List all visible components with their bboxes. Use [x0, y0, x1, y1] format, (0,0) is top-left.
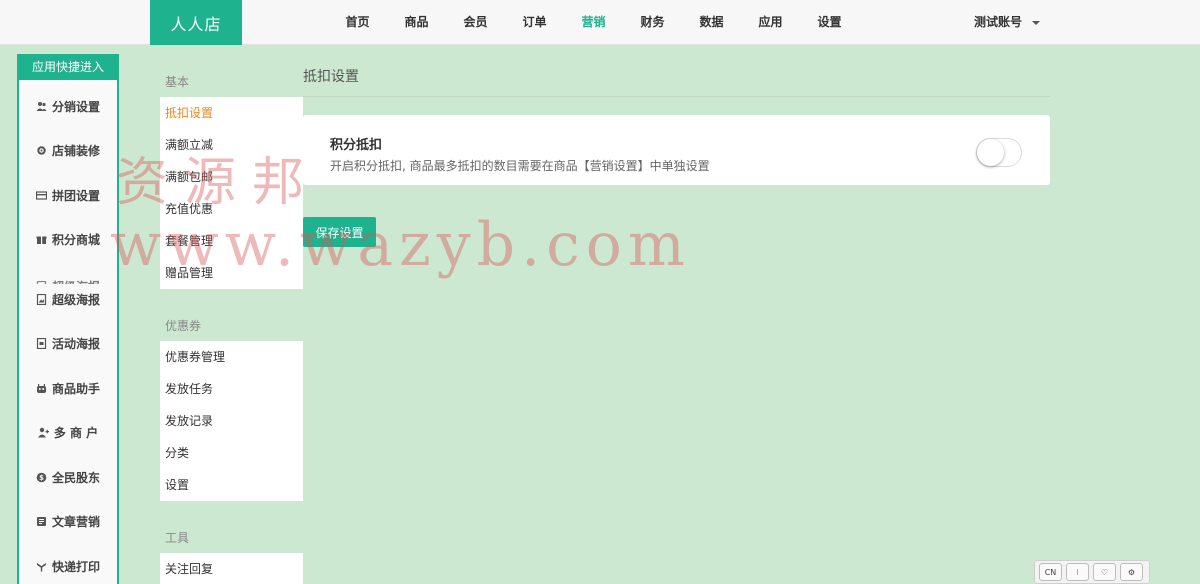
printer-icon: [36, 561, 47, 572]
nav-item-members[interactable]: 会员: [446, 0, 505, 45]
quick-item-clipped: 超级海报: [19, 272, 117, 284]
bottom-toolbar: CN ⁝ ♡ ⚙: [1034, 560, 1150, 584]
submenu-basic: 抵扣设置 满额立减 满额包邮 充值优惠 套餐管理 赠品管理: [160, 97, 303, 289]
quick-item-article-marketing[interactable]: 文章营销: [19, 511, 117, 531]
quick-item-distribution[interactable]: 分销设置: [19, 96, 117, 116]
submenu-item-follow-reply[interactable]: 关注回复: [160, 553, 303, 584]
submenu-item-category[interactable]: 分类: [160, 437, 303, 469]
quick-item-points-mall[interactable]: 积分商城: [19, 229, 117, 249]
submenu-group-title-tools: 工具: [165, 531, 190, 545]
submenu-group-title-coupon: 优惠券: [165, 319, 202, 333]
points-deduction-card: 积分抵扣 开启积分抵扣, 商品最多抵扣的数目需要在商品【营销设置】中单独设置: [303, 115, 1050, 185]
robot-icon: [36, 383, 47, 394]
title-divider: [303, 96, 1050, 97]
page-title: 抵扣设置: [303, 69, 359, 85]
doc-icon: [36, 516, 47, 527]
quick-item-label: 积分商城: [51, 232, 100, 247]
quick-access-panel: 应用快捷进入 分销设置 店铺装修 拼团设置 积分商城 超级海报 活动海报 商品助…: [17, 54, 119, 584]
account-menu[interactable]: 测试账号: [974, 0, 1041, 45]
account-name: 测试账号: [974, 15, 1023, 29]
submenu-coupon: 优惠券管理 发放任务 发放记录 分类 设置: [160, 341, 303, 501]
quick-item-label: 超级海报: [51, 292, 100, 307]
users-icon: [36, 101, 47, 112]
image-icon: [36, 293, 47, 305]
language-button[interactable]: CN: [1039, 563, 1062, 581]
quick-item-product-helper[interactable]: 商品助手: [19, 378, 117, 398]
submenu-item-coupon-manage[interactable]: 优惠券管理: [160, 341, 303, 373]
quick-item-event-poster[interactable]: 活动海报: [19, 333, 117, 353]
submenu-item-full-discount[interactable]: 满额立减: [160, 129, 303, 161]
svg-text:$: $: [39, 474, 44, 482]
nav-item-marketing[interactable]: 营销: [564, 0, 623, 45]
caret-down-icon: [1032, 21, 1041, 25]
submenu-item-deduction[interactable]: 抵扣设置: [160, 97, 303, 129]
quick-item-express-print[interactable]: 快递打印: [19, 556, 117, 576]
quick-item-shareholder[interactable]: $ 全民股东: [19, 467, 117, 487]
nav-item-settings[interactable]: 设置: [800, 0, 859, 45]
top-header: 人人店 首页 商品 会员 订单 营销 财务 数据 应用 设置 测试账号: [0, 0, 1200, 45]
submenu-tools: 关注回复: [160, 553, 303, 584]
quick-item-label: 分销设置: [51, 99, 100, 114]
nav-item-home[interactable]: 首页: [328, 0, 387, 45]
submenu-item-issue-record[interactable]: 发放记录: [160, 405, 303, 437]
save-button[interactable]: 保存设置: [303, 217, 376, 247]
quick-access-title: 应用快捷进入: [19, 54, 117, 80]
quick-item-label: 拼团设置: [51, 188, 100, 203]
quick-item-label: 全民股东: [51, 470, 100, 485]
quick-item-super-poster-clipped: 超级海报: [19, 276, 117, 284]
quick-item-label: 文章营销: [51, 514, 100, 529]
submenu-group-title-basic: 基本: [165, 75, 190, 89]
card-title: 积分抵扣: [330, 138, 383, 153]
card-description: 开启积分抵扣, 商品最多抵扣的数目需要在商品【营销设置】中单独设置: [330, 159, 710, 173]
gear-icon: [36, 145, 47, 156]
quick-item-multi-merchant[interactable]: 多 商 户: [19, 422, 117, 442]
nav-item-products[interactable]: 商品: [387, 0, 446, 45]
submenu-item-coupon-settings[interactable]: 设置: [160, 469, 303, 501]
submenu-item-issue-task[interactable]: 发放任务: [160, 373, 303, 405]
submenu-item-free-shipping[interactable]: 满额包邮: [160, 161, 303, 193]
submenu-item-gift[interactable]: 赠品管理: [160, 257, 303, 289]
nav-item-finance[interactable]: 财务: [623, 0, 682, 45]
quick-item-label: 超级海报: [52, 278, 100, 285]
image-icon: [36, 280, 47, 284]
brand-logo[interactable]: 人人店: [150, 0, 242, 45]
submenu-item-recharge[interactable]: 充值优惠: [160, 193, 303, 225]
nav-item-apps[interactable]: 应用: [741, 0, 800, 45]
submenu-item-package[interactable]: 套餐管理: [160, 225, 303, 257]
gift-icon: [36, 234, 47, 245]
quick-item-label: 店铺装修: [51, 143, 100, 158]
quick-item-label: 商品助手: [51, 381, 100, 396]
nav-item-data[interactable]: 数据: [682, 0, 741, 45]
main-nav: 首页 商品 会员 订单 营销 财务 数据 应用 设置: [328, 0, 859, 45]
nav-item-orders[interactable]: 订单: [505, 0, 564, 45]
user-plus-icon: [37, 427, 49, 438]
quick-item-decoration[interactable]: 店铺装修: [19, 140, 117, 160]
more-icon[interactable]: ⁝: [1066, 563, 1089, 581]
quick-item-label: 多 商 户: [53, 425, 99, 440]
coin-icon: $: [36, 472, 47, 483]
card-icon: [35, 190, 48, 201]
quick-item-group-buy[interactable]: 拼团设置: [19, 185, 117, 205]
toggle-knob: [977, 139, 1004, 166]
image-icon: [36, 337, 47, 349]
points-deduction-toggle[interactable]: [976, 138, 1022, 167]
quick-item-label: 活动海报: [51, 336, 100, 351]
quick-item-label: 快递打印: [51, 559, 100, 574]
settings-icon[interactable]: ⚙: [1120, 563, 1143, 581]
heart-icon[interactable]: ♡: [1093, 563, 1116, 581]
quick-item-super-poster[interactable]: 超级海报: [19, 289, 117, 309]
